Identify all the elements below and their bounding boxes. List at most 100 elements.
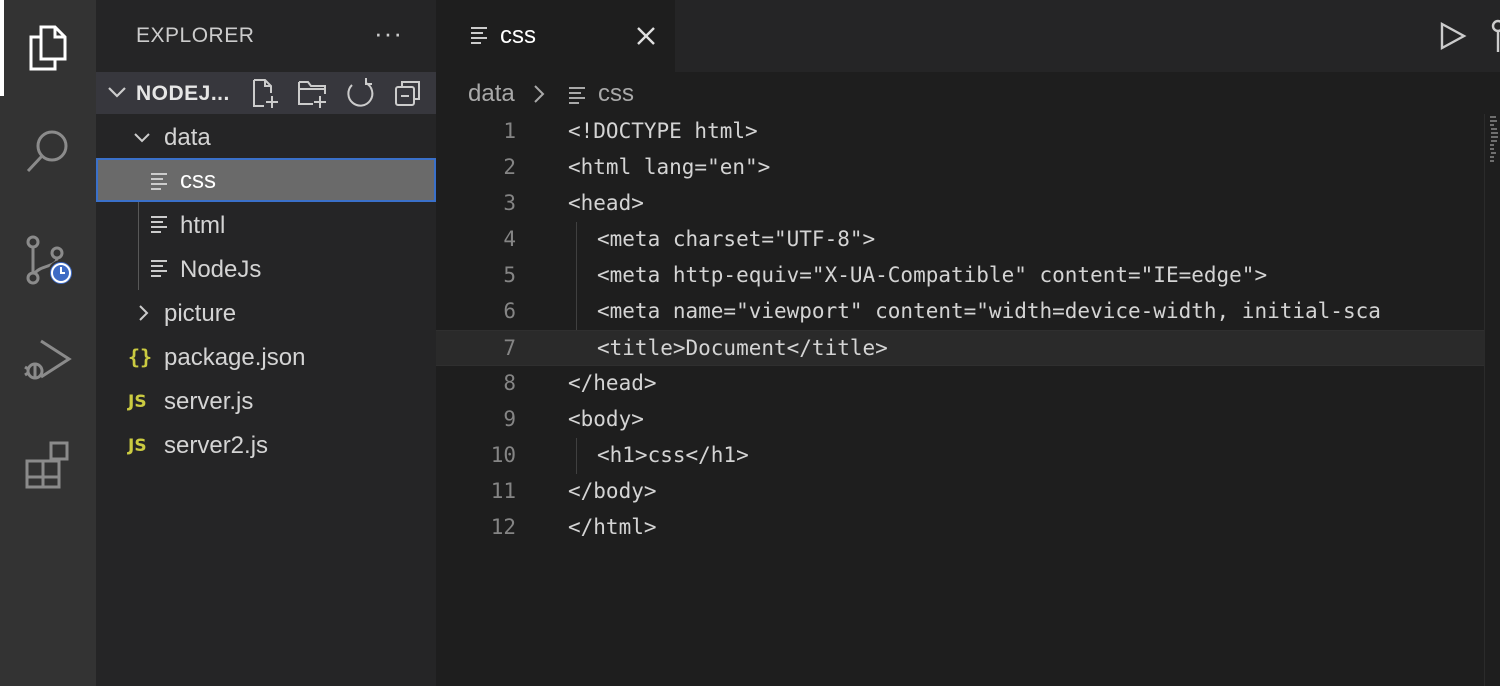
split-editor-icon[interactable] [1488, 18, 1500, 52]
tree-item-nodejs-file[interactable]: NodeJs [96, 247, 436, 291]
breadcrumb-file[interactable]: css [598, 80, 634, 108]
new-folder-button[interactable] [296, 76, 328, 110]
file-lines-icon [569, 87, 585, 104]
collapse-all-icon [395, 81, 420, 106]
javascript-icon: JS [128, 436, 147, 456]
vertical-scrollbar[interactable] [1484, 114, 1500, 686]
tree-item-package-json[interactable]: {} package.json [96, 335, 436, 379]
tree-item-server2-js[interactable]: JS server2.js [96, 423, 436, 467]
explorer-header: EXPLORER ··· [96, 0, 436, 72]
code-line[interactable]: 12 </html> [436, 510, 1484, 546]
line-number: 6 [503, 299, 516, 323]
tree-item-css-file[interactable]: css [96, 158, 436, 202]
line-number: 12 [490, 515, 516, 539]
code-text: <meta name="viewport" content="width=dev… [597, 299, 1381, 323]
run-debug-activity-button[interactable] [0, 312, 96, 408]
code-text: </head> [568, 371, 657, 395]
code-text: <body> [568, 407, 644, 431]
code-line-current[interactable]: 7 <title>Document</title> [436, 330, 1484, 366]
tab-css[interactable]: css [436, 0, 676, 72]
explorer-activity-button[interactable] [0, 0, 96, 96]
code-line[interactable]: 2 <html lang="en"> [436, 150, 1484, 186]
source-control-activity-button[interactable] [0, 212, 96, 308]
chevron-right-icon [139, 305, 149, 321]
chevron-right-icon [534, 85, 545, 103]
refresh-explorer-button[interactable] [344, 76, 376, 110]
line-number: 10 [490, 443, 516, 467]
close-icon[interactable] [634, 24, 658, 48]
line-number: 2 [503, 155, 516, 179]
workspace-name: NODEJ... [136, 82, 230, 105]
line-number: 11 [490, 479, 516, 503]
tree-item-label: picture [164, 300, 237, 327]
code-text: <h1>css</h1> [597, 443, 749, 467]
code-text: <meta charset="UTF-8"> [597, 227, 876, 251]
new-file-button[interactable] [248, 76, 280, 110]
explorer-title: EXPLORER [136, 24, 255, 47]
extensions-icon [25, 441, 69, 489]
tree-item-label: data [164, 124, 211, 151]
refresh-icon [347, 78, 374, 107]
line-number: 1 [503, 119, 516, 143]
explorer-sidebar: EXPLORER ··· NODEJ... data css html Node… [96, 0, 436, 686]
code-text: <!DOCTYPE html> [568, 119, 758, 143]
tab-label: css [500, 22, 536, 49]
more-actions-button[interactable]: ··· [374, 18, 403, 49]
file-lines-icon [151, 173, 167, 190]
tree-item-label: NodeJs [180, 256, 262, 283]
search-activity-button[interactable] [0, 104, 96, 200]
code-text: <html lang="en"> [568, 155, 771, 179]
code-editor[interactable]: 1 <!DOCTYPE html> 2 <html lang="en"> 3 <… [436, 114, 1484, 686]
code-line[interactable]: 11 </body> [436, 474, 1484, 510]
line-number: 5 [503, 263, 516, 287]
code-line[interactable]: 5 <meta http-equiv="X-UA-Compatible" con… [436, 258, 1484, 294]
line-number: 8 [503, 371, 516, 395]
chevron-down-icon [108, 87, 126, 98]
file-lines-icon [151, 260, 167, 277]
file-lines-icon [151, 216, 167, 233]
code-line[interactable]: 9 <body> [436, 402, 1484, 438]
new-folder-icon [298, 81, 326, 108]
code-text: </html> [568, 515, 657, 539]
source-control-icon [26, 235, 74, 286]
collapse-folders-button[interactable] [392, 76, 424, 110]
tree-item-server-js[interactable]: JS server.js [96, 379, 436, 423]
tree-item-label: server.js [164, 388, 254, 415]
tree-item-picture-folder[interactable]: picture [96, 291, 436, 335]
tree-item-label: server2.js [164, 432, 269, 459]
line-number: 3 [503, 191, 516, 215]
tree-item-html-file[interactable]: html [96, 203, 436, 247]
minimap[interactable] [1490, 116, 1498, 162]
workspace-section-header[interactable]: NODEJ... [96, 72, 436, 114]
javascript-icon: JS [128, 392, 147, 412]
code-text: <head> [568, 191, 644, 215]
json-icon: {} [128, 345, 153, 369]
files-icon [29, 25, 67, 71]
breadcrumb-folder[interactable]: data [468, 80, 515, 108]
code-text: </body> [568, 479, 657, 503]
code-line[interactable]: 4 <meta charset="UTF-8"> [436, 222, 1484, 258]
tree-item-label: html [180, 212, 226, 239]
line-number: 4 [503, 227, 516, 251]
tree-item-data-folder[interactable]: data [96, 115, 436, 159]
code-line[interactable]: 3 <head> [436, 186, 1484, 222]
breadcrumb: data css [436, 72, 1500, 116]
editor-tab-bar: css [436, 0, 1500, 72]
tree-item-label: css [180, 167, 216, 194]
code-text: <title>Document</title> [597, 336, 888, 360]
code-text: <meta http-equiv="X-UA-Compatible" conte… [597, 263, 1268, 287]
chevron-down-icon [134, 133, 150, 143]
line-number: 7 [503, 336, 516, 360]
code-line[interactable]: 1 <!DOCTYPE html> [436, 114, 1484, 150]
code-line[interactable]: 10 <h1>css</h1> [436, 438, 1484, 474]
code-line[interactable]: 8 </head> [436, 366, 1484, 402]
search-icon [26, 130, 68, 173]
run-debug-icon [24, 339, 72, 380]
file-lines-icon [471, 27, 487, 44]
code-line[interactable]: 6 <meta name="viewport" content="width=d… [436, 294, 1484, 330]
run-icon[interactable] [1436, 20, 1468, 52]
line-number: 9 [503, 407, 516, 431]
tree-item-label: package.json [164, 344, 306, 371]
new-file-icon [253, 79, 278, 108]
extensions-activity-button[interactable] [0, 416, 96, 512]
